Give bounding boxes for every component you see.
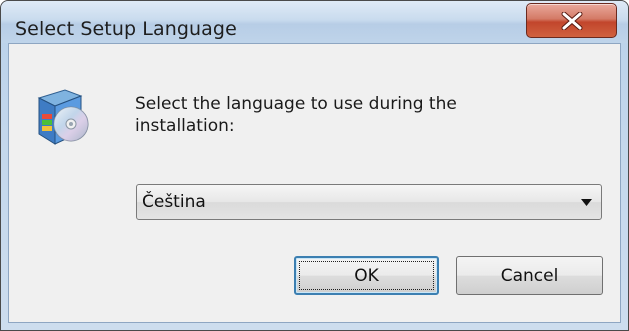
ok-button[interactable]: OK xyxy=(294,256,439,295)
ok-button-label: OK xyxy=(354,265,379,286)
title-bar[interactable]: Select Setup Language xyxy=(1,1,628,43)
close-button[interactable] xyxy=(526,3,617,38)
setup-language-window: Select Setup Language Select the languag… xyxy=(0,0,629,331)
cancel-button-label: Cancel xyxy=(500,265,559,286)
dropdown-arrow-icon xyxy=(581,199,592,206)
cancel-button[interactable]: Cancel xyxy=(456,256,603,295)
dialog-body: Select the language to use during the in… xyxy=(8,43,621,323)
language-select[interactable]: Čeština xyxy=(136,184,602,220)
close-icon xyxy=(561,12,583,30)
setup-cd-icon xyxy=(35,84,91,148)
window-title: Select Setup Language xyxy=(15,18,237,40)
language-select-value: Čeština xyxy=(142,192,206,212)
instruction-text: Select the language to use during the in… xyxy=(135,94,457,136)
